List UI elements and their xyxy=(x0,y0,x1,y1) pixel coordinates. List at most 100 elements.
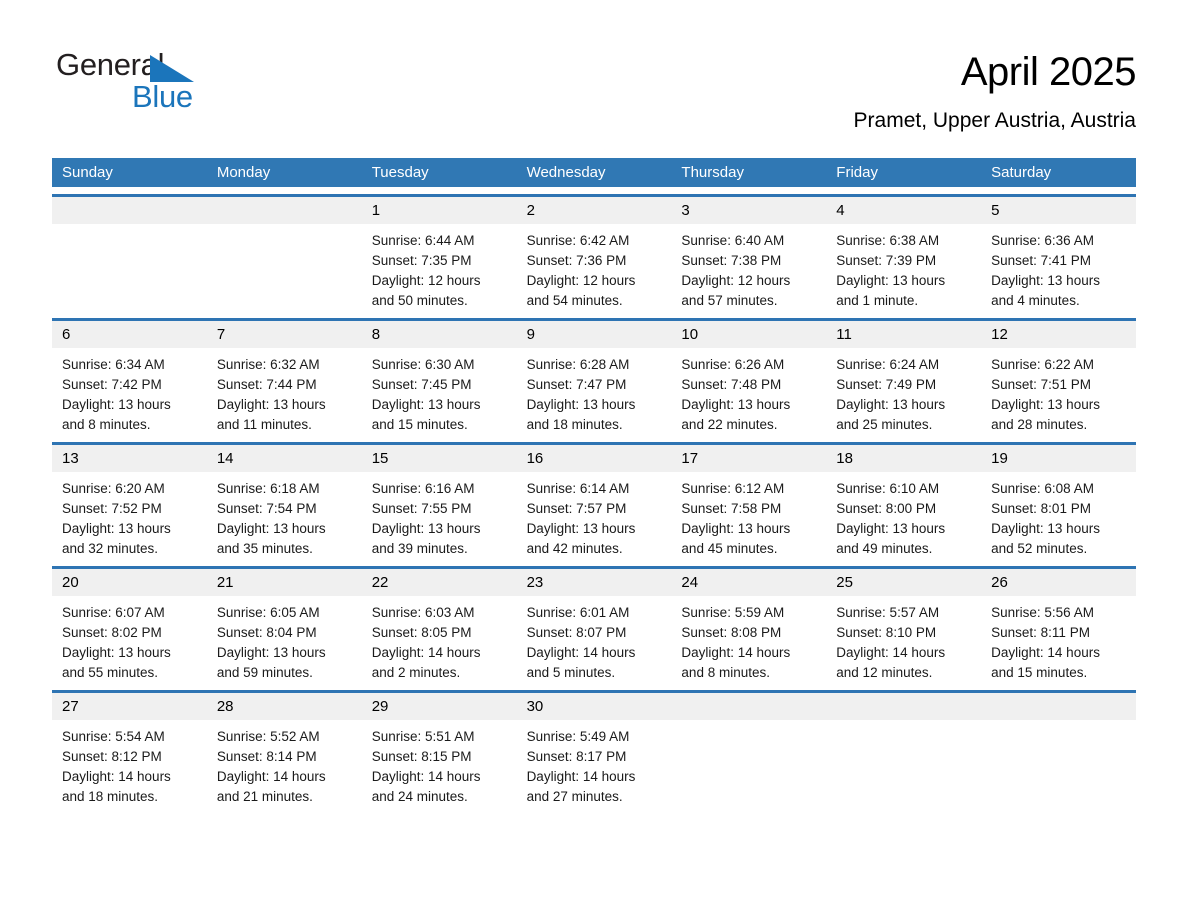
sunset-text: Sunset: 7:38 PM xyxy=(681,253,782,268)
day-cell xyxy=(981,693,1136,807)
day-cell[interactable]: 25 Sunrise: 5:57 AM Sunset: 8:10 PM Dayl… xyxy=(826,569,982,683)
sunrise-text: Sunrise: 5:54 AM xyxy=(62,729,165,744)
day-number: 7 xyxy=(216,326,226,343)
day-details: Sunrise: 6:42 AM Sunset: 7:36 PM Dayligh… xyxy=(517,224,672,311)
daylight-text: Daylight: 13 hours and 45 minutes. xyxy=(681,521,791,556)
day-cell[interactable]: 28 Sunrise: 5:52 AM Sunset: 8:14 PM Dayl… xyxy=(206,693,362,807)
sunset-text: Sunset: 8:17 PM xyxy=(526,749,627,764)
day-cell xyxy=(671,693,827,807)
day-number: 30 xyxy=(526,698,544,715)
day-number: 23 xyxy=(526,574,544,591)
day-number-band: 24 xyxy=(671,569,827,596)
daylight-text: Daylight: 13 hours and 15 minutes. xyxy=(371,397,481,432)
weekday-header-sunday: Sunday xyxy=(62,164,113,181)
day-cell[interactable]: 22 Sunrise: 6:03 AM Sunset: 8:05 PM Dayl… xyxy=(361,569,517,683)
day-cell[interactable]: 8 Sunrise: 6:30 AM Sunset: 7:45 PM Dayli… xyxy=(361,321,517,435)
day-number: 10 xyxy=(681,326,699,343)
daylight-text: Daylight: 13 hours and 35 minutes. xyxy=(216,521,326,556)
day-number-band: 27 xyxy=(52,693,207,720)
day-cell[interactable]: 14 Sunrise: 6:18 AM Sunset: 7:54 PM Dayl… xyxy=(206,445,362,559)
title-block: April 2025 Pramet, Upper Austria, Austri… xyxy=(854,48,1137,134)
day-cell[interactable]: 11 Sunrise: 6:24 AM Sunset: 7:49 PM Dayl… xyxy=(826,321,982,435)
day-cell[interactable]: 27 Sunrise: 5:54 AM Sunset: 8:12 PM Dayl… xyxy=(52,693,207,807)
day-cell[interactable]: 29 Sunrise: 5:51 AM Sunset: 8:15 PM Dayl… xyxy=(361,693,517,807)
day-cell[interactable]: 21 Sunrise: 6:05 AM Sunset: 8:04 PM Dayl… xyxy=(206,569,362,683)
day-number: 15 xyxy=(371,450,389,467)
day-number-band: 29 xyxy=(361,693,517,720)
day-cell[interactable]: 30 Sunrise: 5:49 AM Sunset: 8:17 PM Dayl… xyxy=(516,693,672,807)
weekday-header-friday: Friday xyxy=(836,164,878,181)
day-number-band xyxy=(52,197,207,224)
sunrise-text: Sunrise: 6:42 AM xyxy=(526,233,630,248)
day-cell[interactable]: 15 Sunrise: 6:16 AM Sunset: 7:55 PM Dayl… xyxy=(361,445,517,559)
day-details: Sunrise: 6:18 AM Sunset: 7:54 PM Dayligh… xyxy=(207,472,362,559)
sunset-text: Sunset: 8:08 PM xyxy=(681,625,782,640)
sunrise-text: Sunrise: 6:08 AM xyxy=(991,481,1094,496)
day-cell[interactable]: 12 Sunrise: 6:22 AM Sunset: 7:51 PM Dayl… xyxy=(981,321,1136,435)
day-cell[interactable]: 3 Sunrise: 6:40 AM Sunset: 7:38 PM Dayli… xyxy=(671,197,827,311)
day-cell xyxy=(206,197,362,311)
sunset-text: Sunset: 7:52 PM xyxy=(62,501,162,516)
day-cell[interactable]: 16 Sunrise: 6:14 AM Sunset: 7:57 PM Dayl… xyxy=(516,445,672,559)
day-cell[interactable]: 17 Sunrise: 6:12 AM Sunset: 7:58 PM Dayl… xyxy=(671,445,827,559)
day-number-band: 8 xyxy=(361,321,517,348)
day-number-band: 7 xyxy=(206,321,362,348)
day-number-band: 11 xyxy=(826,321,982,348)
day-cell[interactable]: 9 Sunrise: 6:28 AM Sunset: 7:47 PM Dayli… xyxy=(516,321,672,435)
day-number-band: 25 xyxy=(826,569,982,596)
day-cell[interactable]: 23 Sunrise: 6:01 AM Sunset: 8:07 PM Dayl… xyxy=(516,569,672,683)
day-number-band: 10 xyxy=(671,321,827,348)
daylight-text: Daylight: 12 hours and 50 minutes. xyxy=(371,273,481,308)
day-number-band: 21 xyxy=(206,569,362,596)
daylight-text: Daylight: 14 hours and 18 minutes. xyxy=(62,769,171,804)
day-number: 25 xyxy=(836,574,853,591)
day-details: Sunrise: 6:30 AM Sunset: 7:45 PM Dayligh… xyxy=(362,348,517,435)
day-details: Sunrise: 5:49 AM Sunset: 8:17 PM Dayligh… xyxy=(517,720,672,807)
sunset-text: Sunset: 7:36 PM xyxy=(526,253,627,268)
day-details: Sunrise: 5:56 AM Sunset: 8:11 PM Dayligh… xyxy=(981,596,1136,683)
day-details: Sunrise: 5:54 AM Sunset: 8:12 PM Dayligh… xyxy=(52,720,207,807)
sunrise-text: Sunrise: 6:28 AM xyxy=(526,357,630,372)
day-cell[interactable]: 13 Sunrise: 6:20 AM Sunset: 7:52 PM Dayl… xyxy=(52,445,207,559)
sunset-text: Sunset: 8:10 PM xyxy=(836,625,937,640)
day-number: 14 xyxy=(216,450,234,467)
day-cell[interactable]: 18 Sunrise: 6:10 AM Sunset: 8:00 PM Dayl… xyxy=(826,445,982,559)
day-number-band: 28 xyxy=(206,693,362,720)
day-cell[interactable]: 2 Sunrise: 6:42 AM Sunset: 7:36 PM Dayli… xyxy=(516,197,672,311)
day-cell[interactable]: 1 Sunrise: 6:44 AM Sunset: 7:35 PM Dayli… xyxy=(361,197,517,311)
sunrise-text: Sunrise: 6:01 AM xyxy=(526,605,630,620)
day-cell[interactable]: 6 Sunrise: 6:34 AM Sunset: 7:42 PM Dayli… xyxy=(52,321,207,435)
sunrise-text: Sunrise: 6:30 AM xyxy=(371,357,475,372)
weekday-header-monday: Monday xyxy=(216,164,271,181)
sunset-text: Sunset: 8:00 PM xyxy=(836,501,937,516)
sunrise-text: Sunrise: 6:07 AM xyxy=(62,605,165,620)
sunset-text: Sunset: 7:58 PM xyxy=(681,501,782,516)
day-details: Sunrise: 6:01 AM Sunset: 8:07 PM Dayligh… xyxy=(517,596,672,683)
sunrise-text: Sunrise: 6:38 AM xyxy=(836,233,940,248)
day-cell[interactable]: 10 Sunrise: 6:26 AM Sunset: 7:48 PM Dayl… xyxy=(671,321,827,435)
day-number: 22 xyxy=(371,574,389,591)
calendar-week-row: 27 Sunrise: 5:54 AM Sunset: 8:12 PM Dayl… xyxy=(52,690,1136,807)
sunset-text: Sunset: 7:35 PM xyxy=(371,253,472,268)
day-details: Sunrise: 6:34 AM Sunset: 7:42 PM Dayligh… xyxy=(52,348,207,435)
sunrise-text: Sunrise: 6:16 AM xyxy=(371,481,475,496)
daylight-text: Daylight: 13 hours and 25 minutes. xyxy=(836,397,946,432)
daylight-text: Daylight: 14 hours and 12 minutes. xyxy=(836,645,946,680)
day-cell[interactable]: 19 Sunrise: 6:08 AM Sunset: 8:01 PM Dayl… xyxy=(981,445,1136,559)
day-details: Sunrise: 6:03 AM Sunset: 8:05 PM Dayligh… xyxy=(362,596,517,683)
sunset-text: Sunset: 8:07 PM xyxy=(526,625,627,640)
daylight-text: Daylight: 14 hours and 8 minutes. xyxy=(681,645,791,680)
day-cell[interactable]: 4 Sunrise: 6:38 AM Sunset: 7:39 PM Dayli… xyxy=(826,197,982,311)
sunrise-text: Sunrise: 6:18 AM xyxy=(216,481,320,496)
day-cell[interactable]: 20 Sunrise: 6:07 AM Sunset: 8:02 PM Dayl… xyxy=(52,569,207,683)
daylight-text: Daylight: 13 hours and 28 minutes. xyxy=(991,397,1100,432)
day-cell[interactable]: 5 Sunrise: 6:36 AM Sunset: 7:41 PM Dayli… xyxy=(981,197,1136,311)
calendar-week-row: 13 Sunrise: 6:20 AM Sunset: 7:52 PM Dayl… xyxy=(52,442,1136,559)
day-cell[interactable]: 7 Sunrise: 6:32 AM Sunset: 7:44 PM Dayli… xyxy=(206,321,362,435)
day-cell[interactable]: 24 Sunrise: 5:59 AM Sunset: 8:08 PM Dayl… xyxy=(671,569,827,683)
day-cell[interactable]: 26 Sunrise: 5:56 AM Sunset: 8:11 PM Dayl… xyxy=(981,569,1136,683)
day-number-band: 22 xyxy=(361,569,517,596)
sunrise-text: Sunrise: 6:34 AM xyxy=(62,357,165,372)
day-details: Sunrise: 6:22 AM Sunset: 7:51 PM Dayligh… xyxy=(981,348,1136,435)
day-number-band: 16 xyxy=(516,445,672,472)
